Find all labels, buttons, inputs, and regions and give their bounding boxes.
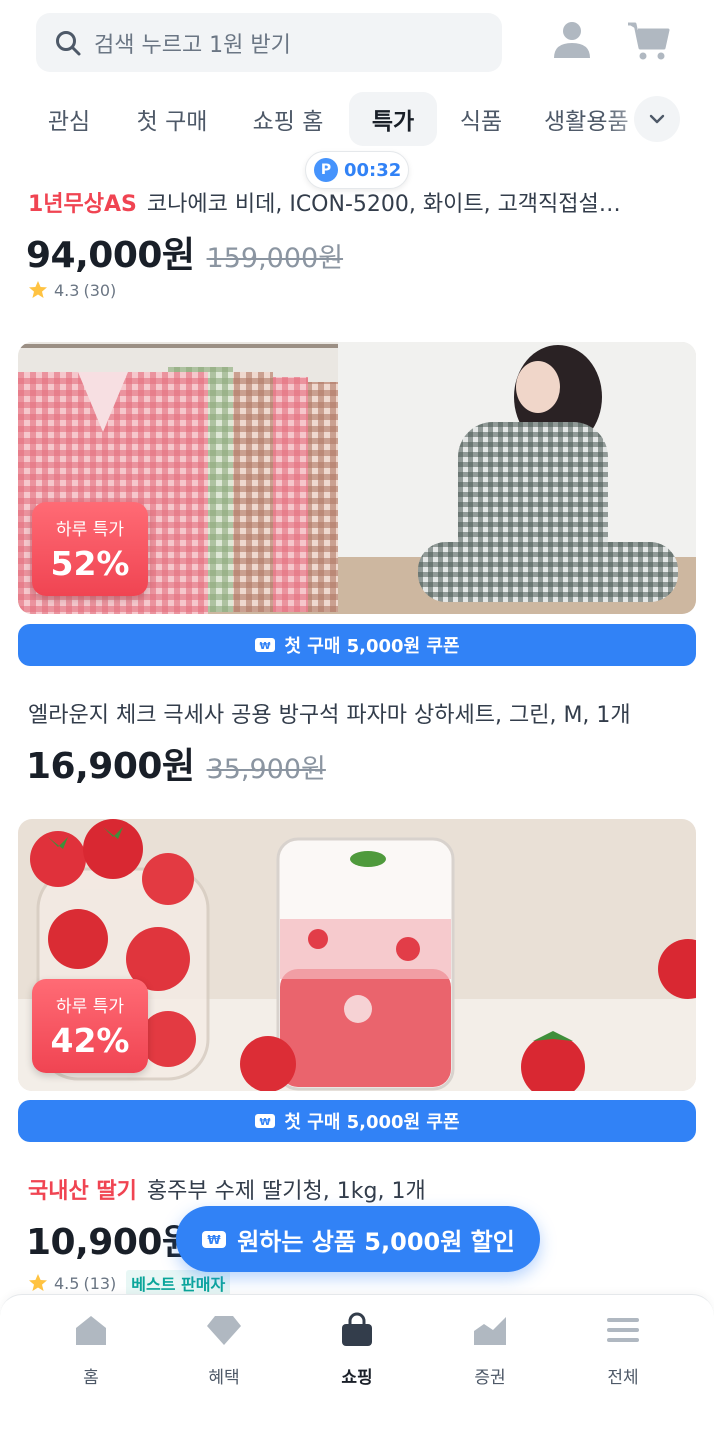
product-image[interactable]: 하루 특가 52% (18, 342, 696, 614)
coupon-icon: ₩ (202, 1230, 227, 1248)
menu-icon (607, 1318, 639, 1342)
product-tag: 국내산 딸기 (28, 1179, 137, 1204)
product-image[interactable]: 하루 특가 42% (18, 819, 696, 1091)
tabs-expand-button[interactable] (634, 96, 680, 142)
product-title[interactable]: 엘라운지 체크 극세사 공용 방구석 파자마 상하세트, 그린, M, 1개 (28, 697, 688, 729)
nav-home[interactable]: 홈 (31, 1295, 151, 1395)
product-name: 엘라운지 체크 극세사 공용 방구석 파자마 상하세트, 그린, M, 1개 (28, 703, 631, 728)
product-rating: 4.5 (13) 베스트 판매자 (28, 1270, 231, 1296)
review-count: (13) (83, 1273, 117, 1293)
bottom-nav: 홈 혜택 쇼핑 증권 전체 (0, 1294, 714, 1440)
coupon-label: 첫 구매 5,000원 쿠폰 (284, 1112, 460, 1133)
deal-label: 하루 특가 (56, 520, 124, 540)
sale-price: 16,900원 (26, 746, 195, 787)
tab-first-purchase[interactable]: 첫 구매 (124, 92, 220, 146)
nav-label: 쇼핑 (341, 1368, 373, 1388)
svg-text:₩: ₩ (260, 1117, 271, 1128)
product-name: 홍주부 수제 딸기청, 1kg, 1개 (146, 1179, 426, 1204)
search-bar[interactable]: 검색 누르고 1원 받기 (36, 13, 502, 72)
shopping-bag-icon (342, 1312, 372, 1346)
header: 검색 누르고 1원 받기 (0, 0, 714, 90)
nav-shopping[interactable]: 쇼핑 (297, 1295, 417, 1395)
nav-benefits[interactable]: 혜택 (164, 1295, 284, 1395)
nav-label: 혜택 (208, 1368, 240, 1388)
category-tabs: 관심 첫 구매 쇼핑 홈 특가 식품 생활용품 (0, 92, 714, 148)
product-title[interactable]: 1년무상AS 코나에코 비데, ICON-5200, 화이트, 고객직접설… (28, 186, 688, 218)
rating-value: 4.5 (54, 1273, 80, 1293)
product-price: 94,000원 159,000원 (26, 226, 343, 278)
coupon-button[interactable]: ₩ 첫 구매 5,000원 쿠폰 (18, 624, 696, 666)
coupon-icon: ₩ (255, 638, 276, 652)
discount-floating-button[interactable]: ₩ 원하는 상품 5,000원 할인 (176, 1206, 540, 1272)
product-name: 코나에코 비데, ICON-5200, 화이트, 고객직접설… (146, 192, 621, 217)
deal-badge: 하루 특가 42% (32, 979, 148, 1073)
best-seller-badge: 베스트 판매자 (126, 1270, 231, 1296)
coupon-label: 첫 구매 5,000원 쿠폰 (284, 636, 460, 657)
deal-percent: 52% (50, 544, 130, 583)
tab-special-deals[interactable]: 특가 (349, 92, 437, 146)
timer-text: 00:32 (344, 159, 402, 181)
nav-all[interactable]: 전체 (563, 1295, 683, 1395)
person-icon[interactable] (550, 18, 594, 62)
deal-badge: 하루 특가 52% (32, 502, 148, 596)
floating-button-label: 원하는 상품 5,000원 할인 (237, 1227, 515, 1256)
rating-value: 4.3 (54, 280, 80, 300)
diamond-icon (207, 1316, 241, 1345)
search-placeholder: 검색 누르고 1원 받기 (94, 32, 291, 58)
cart-icon[interactable] (626, 18, 670, 62)
product-rating: 4.3 (30) (28, 280, 116, 300)
review-count: (30) (83, 280, 117, 300)
tab-shopping-home[interactable]: 쇼핑 홈 (240, 92, 336, 146)
product-price: 16,900원 35,900원 (26, 737, 326, 789)
deal-percent: 42% (50, 1021, 130, 1060)
nav-label: 홈 (83, 1368, 99, 1388)
sale-price: 94,000원 (26, 235, 195, 276)
coupon-icon: ₩ (255, 1114, 276, 1128)
point-icon: P (314, 158, 338, 182)
nav-label: 증권 (474, 1368, 506, 1388)
deal-label: 하루 특가 (56, 997, 124, 1017)
coupon-button[interactable]: ₩ 첫 구매 5,000원 쿠폰 (18, 1100, 696, 1142)
home-icon (76, 1316, 106, 1345)
tab-food[interactable]: 식품 (450, 92, 512, 146)
nav-label: 전체 (607, 1368, 639, 1388)
nav-stocks[interactable]: 증권 (430, 1295, 550, 1395)
chart-icon (474, 1317, 506, 1345)
svg-text:₩: ₩ (260, 641, 271, 652)
original-price: 35,900원 (206, 754, 326, 785)
star-icon (29, 1274, 47, 1291)
product-title[interactable]: 국내산 딸기 홍주부 수제 딸기청, 1kg, 1개 (28, 1173, 688, 1205)
search-icon (56, 30, 81, 55)
sale-price: 10,900원 (26, 1222, 195, 1263)
star-icon (29, 281, 47, 298)
product-tag: 1년무상AS (28, 192, 137, 217)
chevron-down-icon (649, 114, 665, 124)
product-price: 10,900원 (26, 1213, 195, 1265)
original-price: 159,000원 (206, 243, 344, 274)
point-timer-badge[interactable]: P 00:32 (305, 151, 409, 189)
tab-interest[interactable]: 관심 (30, 92, 108, 146)
svg-text:₩: ₩ (208, 1233, 222, 1247)
